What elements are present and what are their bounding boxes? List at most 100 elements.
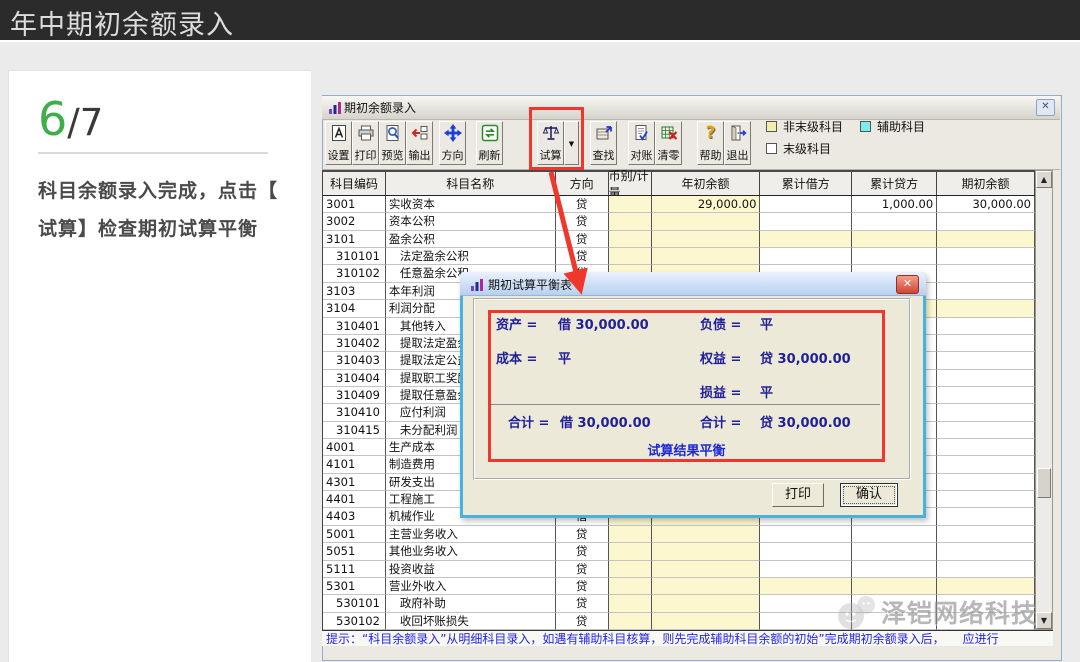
- cell-code[interactable]: 310409: [323, 387, 386, 404]
- cell-currency[interactable]: [609, 595, 652, 612]
- cell-year-begin-balance[interactable]: [652, 595, 761, 612]
- cell-code[interactable]: 530101: [323, 595, 386, 612]
- cell-code[interactable]: 3002: [323, 213, 386, 230]
- cell-begin-balance[interactable]: [937, 370, 1035, 387]
- cell-code[interactable]: 310101: [323, 248, 386, 265]
- cell-code[interactable]: 4101: [323, 456, 386, 473]
- cell-cumulative-debit[interactable]: [760, 526, 852, 543]
- toolbar-button-设置[interactable]: 设置: [325, 121, 352, 165]
- cell-direction[interactable]: 贷: [556, 595, 609, 612]
- cell-begin-balance[interactable]: [937, 352, 1035, 369]
- cell-currency[interactable]: [609, 231, 652, 248]
- cell-code[interactable]: 5051: [323, 543, 386, 560]
- cell-cumulative-credit[interactable]: [852, 543, 937, 560]
- cell-code[interactable]: 530102: [323, 613, 386, 630]
- cell-begin-balance[interactable]: [937, 456, 1035, 473]
- cell-begin-balance[interactable]: [937, 283, 1035, 300]
- cell-currency[interactable]: [609, 196, 652, 213]
- toolbar-button-刷新[interactable]: 刷新: [476, 121, 503, 165]
- cell-year-begin-balance[interactable]: [652, 561, 761, 578]
- cell-name[interactable]: 收回坏账损失: [386, 613, 556, 630]
- cell-direction[interactable]: 贷: [556, 248, 609, 265]
- toolbar-button-方向[interactable]: 方向: [439, 121, 466, 165]
- cell-cumulative-credit[interactable]: [852, 248, 937, 265]
- cell-code[interactable]: 310415: [323, 422, 386, 439]
- confirm-button[interactable]: 确认: [840, 483, 898, 507]
- cell-code[interactable]: 310404: [323, 370, 386, 387]
- cell-year-begin-balance[interactable]: [652, 613, 761, 630]
- cell-begin-balance[interactable]: [937, 318, 1035, 335]
- cell-code[interactable]: 4403: [323, 508, 386, 525]
- column-header-币别/计量[interactable]: 币别/计量: [609, 172, 652, 195]
- cell-begin-balance[interactable]: 30,000.00: [937, 196, 1035, 213]
- cell-direction[interactable]: 贷: [556, 561, 609, 578]
- cell-direction[interactable]: 贷: [556, 578, 609, 595]
- column-header-期初余额[interactable]: 期初余额: [937, 172, 1035, 195]
- cell-direction[interactable]: 贷: [556, 613, 609, 630]
- column-header-累计借方[interactable]: 累计借方: [760, 172, 852, 195]
- cell-begin-balance[interactable]: [937, 265, 1035, 282]
- column-header-科目编码[interactable]: 科目编码: [323, 172, 386, 195]
- cell-direction[interactable]: 贷: [556, 196, 609, 213]
- toolbar-button-清零[interactable]: 清零: [655, 121, 682, 165]
- cell-begin-balance[interactable]: [937, 526, 1035, 543]
- cell-begin-balance[interactable]: [937, 335, 1035, 352]
- cell-direction[interactable]: 贷: [556, 526, 609, 543]
- cell-year-begin-balance[interactable]: [652, 248, 761, 265]
- cell-code[interactable]: 4001: [323, 439, 386, 456]
- cell-cumulative-credit[interactable]: [852, 526, 937, 543]
- cell-currency[interactable]: [609, 526, 652, 543]
- cell-begin-balance[interactable]: [937, 508, 1035, 525]
- cell-name[interactable]: 盈余公积: [386, 231, 556, 248]
- scroll-up-icon[interactable]: ▲: [1036, 171, 1052, 188]
- cell-code[interactable]: 310102: [323, 265, 386, 282]
- cell-name[interactable]: 实收资本: [386, 196, 556, 213]
- toolbar-button-输出[interactable]: 输出: [406, 121, 433, 165]
- cell-begin-balance[interactable]: [937, 561, 1035, 578]
- toolbar-button-退出[interactable]: 退出: [724, 121, 751, 165]
- cell-name[interactable]: 资本公积: [386, 213, 556, 230]
- cell-direction[interactable]: 贷: [556, 213, 609, 230]
- cell-currency[interactable]: [609, 213, 652, 230]
- cell-name[interactable]: 政府补助: [386, 595, 556, 612]
- column-header-科目名称[interactable]: 科目名称: [386, 172, 556, 195]
- cell-code[interactable]: 4401: [323, 491, 386, 508]
- print-button[interactable]: 打印: [772, 483, 824, 507]
- scrollbar-thumb[interactable]: [1037, 468, 1051, 498]
- cell-direction[interactable]: 贷: [556, 231, 609, 248]
- window-titlebar[interactable]: [322, 96, 1060, 120]
- cell-begin-balance[interactable]: [937, 387, 1035, 404]
- legend-auxiliary[interactable]: 辅助科目: [860, 118, 925, 135]
- toolbar-button-查找[interactable]: 查找: [590, 121, 617, 165]
- column-header-年初余额[interactable]: 年初余额: [652, 172, 761, 195]
- cell-code[interactable]: 5301: [323, 578, 386, 595]
- cell-year-begin-balance[interactable]: [652, 578, 761, 595]
- toolbar-button-试算[interactable]: 试算: [537, 121, 564, 165]
- cell-code[interactable]: 5001: [323, 526, 386, 543]
- cell-currency[interactable]: [609, 613, 652, 630]
- cell-cumulative-debit[interactable]: [760, 543, 852, 560]
- cell-begin-balance[interactable]: [937, 248, 1035, 265]
- trial-dropdown-arrow-icon[interactable]: ▼: [564, 121, 579, 165]
- cell-begin-balance[interactable]: [937, 231, 1035, 248]
- cell-year-begin-balance[interactable]: [652, 213, 761, 230]
- legend-leaf[interactable]: 末级科目: [766, 140, 831, 157]
- cell-name[interactable]: 主营业务收入: [386, 526, 556, 543]
- cell-code[interactable]: 4301: [323, 474, 386, 491]
- cell-year-begin-balance[interactable]: [652, 231, 761, 248]
- cell-cumulative-credit[interactable]: 1,000.00: [852, 196, 937, 213]
- cell-begin-balance[interactable]: [937, 213, 1035, 230]
- cell-begin-balance[interactable]: [937, 439, 1035, 456]
- window-close-icon[interactable]: ✕: [1036, 99, 1055, 116]
- toolbar-button-对账[interactable]: 对账: [628, 121, 655, 165]
- cell-cumulative-credit[interactable]: [852, 561, 937, 578]
- cell-name[interactable]: 投资收益: [386, 561, 556, 578]
- cell-cumulative-debit[interactable]: [760, 213, 852, 230]
- cell-code[interactable]: 5111: [323, 561, 386, 578]
- dialog-close-icon[interactable]: ✕: [896, 275, 919, 294]
- toolbar-button-帮助[interactable]: ?帮助: [697, 121, 724, 165]
- cell-cumulative-debit[interactable]: [760, 248, 852, 265]
- column-header-方向[interactable]: 方向: [556, 172, 609, 195]
- cell-code[interactable]: 310402: [323, 335, 386, 352]
- cell-code[interactable]: 310401: [323, 318, 386, 335]
